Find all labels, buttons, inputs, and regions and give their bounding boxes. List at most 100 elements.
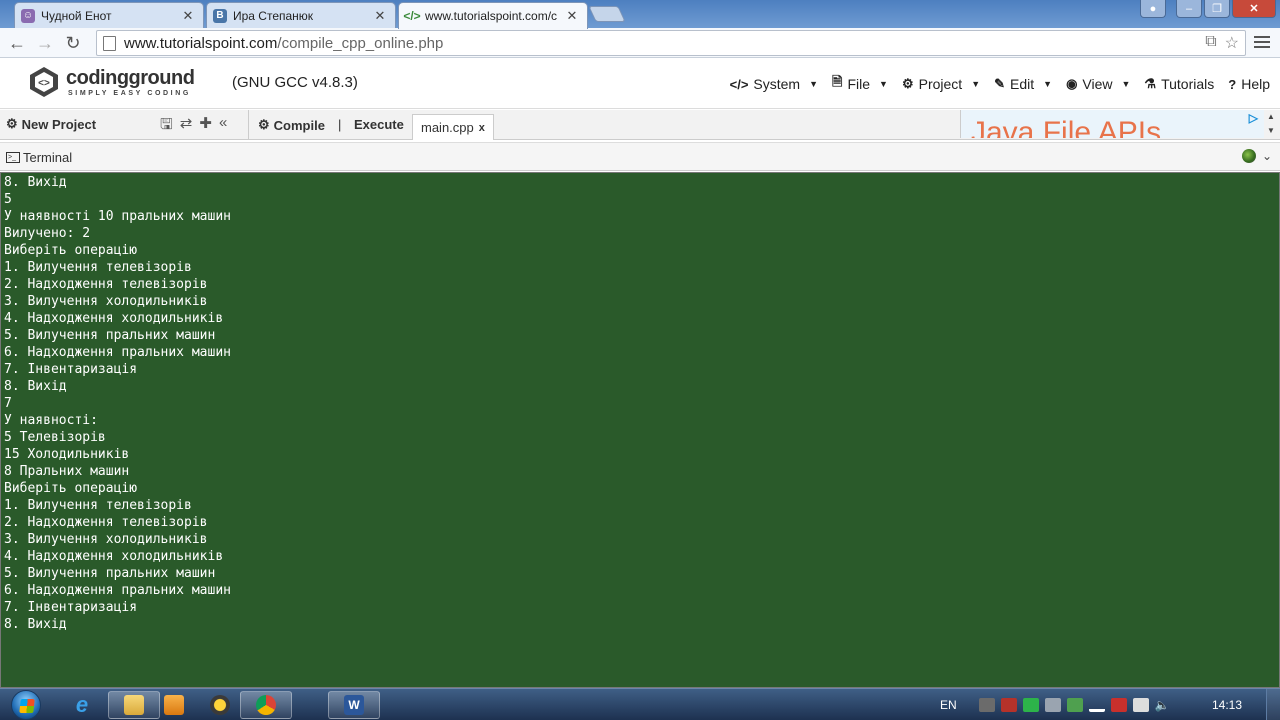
terminal-output[interactable]: 8. Вихід 5 У наявності 10 пральних машин Ви… (0, 172, 1280, 688)
language-indicator[interactable]: EN (940, 698, 957, 712)
compile-label: Compile (273, 117, 325, 133)
address-bar-actions: ⧉ ☆ (1205, 33, 1239, 53)
chrome-menu-icon[interactable] (1254, 36, 1270, 51)
flag-icon[interactable] (1110, 698, 1127, 712)
clock[interactable]: 14:13 (1212, 698, 1242, 712)
folder-icon (124, 695, 144, 715)
tray-app-icon[interactable] (978, 698, 995, 712)
tutorials-icon: ⚗ (1144, 76, 1157, 91)
menu-edit[interactable]: ✎ Edit ▼ (994, 73, 1052, 95)
compile-button[interactable]: ⚙ Compile (258, 117, 325, 133)
menu-label: Project (918, 76, 963, 92)
save-icon[interactable]: 🖫 (160, 114, 173, 139)
new-project-button[interactable]: ⚙ New Project (6, 116, 96, 132)
ad-scroll-arrows[interactable]: ▲ ▼ (1264, 110, 1278, 138)
sync-icon[interactable]: ⇄ (180, 114, 193, 139)
show-desktop-button[interactable] (1266, 689, 1280, 720)
translate-icon[interactable]: ⧉ (1205, 33, 1216, 53)
signal-icon[interactable] (1088, 698, 1105, 712)
page-icon (103, 35, 116, 51)
windows-orb-icon (11, 690, 41, 720)
collapse-icon[interactable]: « (219, 114, 227, 139)
new-tab-button[interactable] (588, 6, 626, 22)
terminal-line: 6. Надходження пральних машин (4, 345, 231, 360)
site-header: <> codingground SIMPLY EASY CODING (GNU … (0, 59, 1280, 109)
user-icon[interactable]: ● (1140, 0, 1166, 18)
menu-help[interactable]: ? Help (1228, 73, 1270, 95)
logo-mark-icon: <> (30, 67, 58, 97)
toolbar-divider (248, 110, 249, 140)
forward-arrow-icon[interactable]: → (34, 32, 56, 54)
taskbar-internet-explorer[interactable]: e (56, 691, 108, 719)
menu-label: File (847, 76, 871, 92)
browser-navigation-bar: ← → ↻ www.tutorialspoint.com /compile_cp… (0, 28, 1280, 58)
browser-tab-3-active[interactable]: </> www.tutorialspoint.com/c ✕ (398, 2, 588, 29)
vk-favicon-icon: В (213, 8, 227, 23)
close-window-button[interactable]: ✕ (1232, 0, 1276, 18)
media-player-icon (164, 695, 184, 715)
taskbar-media-player[interactable] (148, 691, 200, 719)
file-tab-label: main.cpp (421, 120, 474, 135)
browser-tab-title: Ира Степанюк (233, 8, 314, 23)
terminal-line: Виберіть операцію (4, 243, 138, 258)
terminal-line: 7 (4, 396, 12, 411)
tray-antivirus-icon[interactable] (1000, 698, 1017, 712)
terminal-line: 15 Холодильників (4, 447, 130, 462)
start-button[interactable] (6, 689, 46, 720)
terminal-line: Виберіть операцію (4, 481, 138, 496)
svg-text:<>: <> (38, 78, 50, 89)
terminal-icon: >_ (6, 152, 20, 163)
close-tab-icon[interactable]: ✕ (565, 8, 579, 24)
word-icon: W (344, 695, 364, 715)
bookmark-star-icon[interactable]: ☆ (1225, 33, 1239, 53)
advertisement-banner[interactable]: Java File APIs ▷ (960, 110, 1264, 138)
menu-label: Tutorials (1161, 76, 1215, 92)
terminal-header: >_ Terminal ⌄ (0, 142, 1280, 171)
close-tab-icon[interactable]: ✕ (373, 8, 387, 24)
menu-project[interactable]: ⚙ Project ▼ (902, 73, 980, 95)
close-file-tab-icon[interactable]: x (479, 122, 485, 134)
terminal-line: Вилучено: 2 (4, 226, 91, 241)
maximize-button[interactable]: ❐ (1204, 0, 1230, 18)
terminal-line: 2. Надходження телевізорів (4, 277, 208, 292)
address-path: /compile_cpp_online.php (277, 34, 444, 52)
back-arrow-icon[interactable]: ← (6, 32, 28, 54)
menu-label: System (753, 76, 801, 92)
address-bar[interactable]: www.tutorialspoint.com /compile_cpp_onli… (96, 30, 1246, 56)
chevron-down-icon[interactable]: ⌄ (1262, 149, 1272, 163)
browser-tab-1[interactable]: ☺ Чудной Енот ✕ (14, 2, 204, 28)
theme-palette-icon[interactable] (1241, 149, 1256, 163)
volume-icon[interactable]: 🔈 (1155, 698, 1170, 712)
terminal-line: 5. Вилучення пральних машин (4, 328, 216, 343)
close-tab-icon[interactable]: ✕ (181, 8, 195, 24)
compiler-version: (GNU GCC v4.8.3) (232, 74, 358, 91)
caret-down-icon: ▼ (809, 79, 819, 89)
menu-system[interactable]: </> System ▼ (730, 73, 818, 95)
taskbar-word[interactable]: W (328, 691, 380, 719)
gear-icon: ⚙ (901, 76, 914, 91)
codingground-logo[interactable]: <> codingground SIMPLY EASY CODING (28, 66, 198, 102)
browser-tab-2[interactable]: В Ира Степанюк ✕ (206, 2, 396, 28)
terminal-line: 2. Надходження телевізорів (4, 515, 208, 530)
menu-view[interactable]: ◉ View ▼ (1066, 73, 1130, 95)
taskbar-chrome[interactable] (240, 691, 292, 719)
adchoices-icon[interactable]: ▷ (1249, 111, 1258, 125)
tray-update-icon[interactable] (1066, 698, 1083, 712)
help-icon: ? (1228, 76, 1237, 92)
chrome-icon (256, 695, 276, 715)
taskbar-app[interactable] (194, 691, 246, 719)
top-menu: </> System ▼ 🗎 File ▼ ⚙ Project ▼ ✎ Edit… (730, 73, 1270, 95)
file-tab-main-cpp[interactable]: main.cpp x (412, 114, 494, 140)
reload-icon[interactable]: ↻ (62, 32, 84, 54)
execute-button[interactable]: Execute (354, 117, 404, 132)
add-icon[interactable]: ✚ (199, 114, 212, 139)
menu-file[interactable]: 🗎 File ▼ (832, 73, 888, 95)
window-controls: ● – ❐ ✕ (1140, 0, 1276, 18)
minimize-button[interactable]: – (1176, 0, 1202, 18)
power-icon[interactable] (1132, 698, 1149, 712)
tray-monitor-icon[interactable] (1044, 698, 1061, 712)
menu-tutorials[interactable]: ⚗ Tutorials (1144, 73, 1214, 95)
file-icon: 🗎 (832, 74, 843, 89)
new-project-label: New Project (21, 116, 97, 132)
tray-check-icon[interactable] (1022, 698, 1039, 712)
